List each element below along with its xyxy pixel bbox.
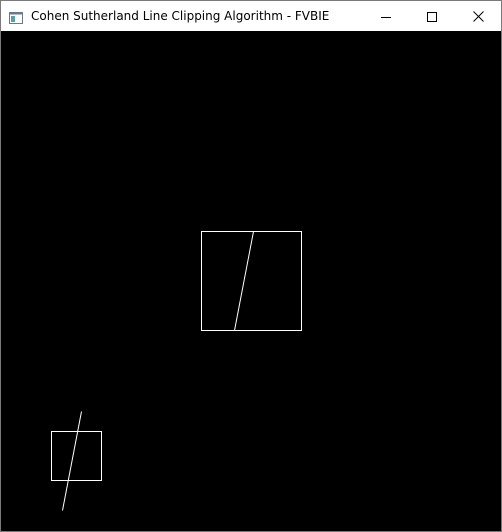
clipping-window-large [201,231,302,331]
drawing-canvas[interactable] [1,31,501,531]
maximize-icon [427,7,437,26]
app-window: Cohen Sutherland Line Clipping Algorithm… [0,0,502,532]
minimize-icon [381,7,391,26]
close-icon [472,7,484,26]
title-bar[interactable]: Cohen Sutherland Line Clipping Algorithm… [1,1,501,31]
minimize-button[interactable] [363,1,409,31]
canvas-svg [51,231,302,511]
window-app-icon[interactable] [9,9,23,24]
original-line-segment [62,411,82,511]
clipped-line-segment [234,231,254,331]
window-title: Cohen Sutherland Line Clipping Algorithm… [31,9,330,23]
close-button[interactable] [455,1,501,31]
maximize-button[interactable] [409,1,455,31]
